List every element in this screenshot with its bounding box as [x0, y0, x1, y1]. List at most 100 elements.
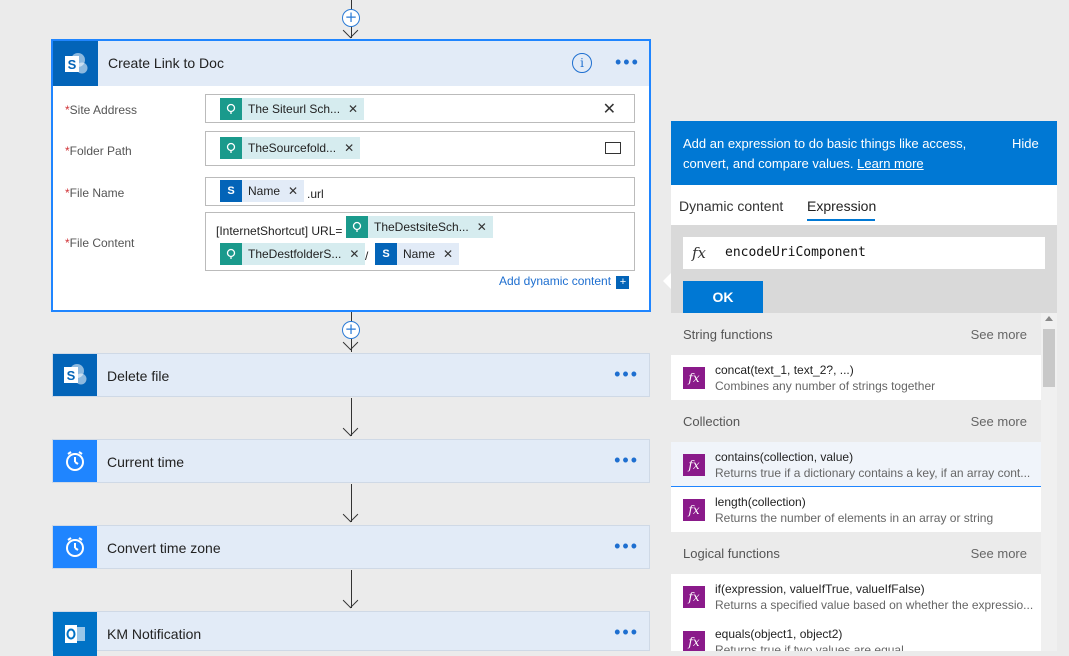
clock-icon: [53, 526, 97, 568]
variable-icon: [346, 216, 368, 238]
panel-pointer: [663, 273, 671, 289]
convert-time-zone-card[interactable]: Convert time zone •••: [52, 525, 650, 569]
remove-token-icon[interactable]: ✕: [348, 102, 358, 116]
scroll-up-arrow-icon[interactable]: [1045, 316, 1053, 321]
section-title: String functions: [683, 327, 773, 342]
remove-token-icon[interactable]: ✕: [288, 184, 298, 198]
panel-description: Add an expression to do basic things lik…: [683, 136, 967, 171]
function-name: length(collection): [715, 495, 806, 509]
more-options-icon[interactable]: •••: [614, 612, 639, 652]
section-collection: Collection See more: [671, 400, 1041, 442]
site-address-field[interactable]: The Siteurl Sch... ✕ ✕: [205, 94, 635, 123]
card-title: Create Link to Doc: [108, 55, 224, 71]
tab-expression[interactable]: Expression: [807, 198, 876, 214]
delete-file-card[interactable]: S Delete file •••: [52, 353, 650, 397]
add-dynamic-content-link[interactable]: Add dynamic content +: [499, 274, 630, 289]
dest-folder-token[interactable]: TheDestfolderS... ✕: [220, 243, 366, 265]
variable-icon: [220, 98, 242, 120]
see-more-link[interactable]: See more: [971, 414, 1027, 429]
function-desc: Returns true if two values are equal: [715, 643, 904, 651]
arrow-down-icon: [342, 506, 359, 523]
outlook-icon: [53, 612, 97, 656]
function-item-contains[interactable]: fx contains(collection, value) Returns t…: [671, 442, 1041, 487]
remove-token-icon[interactable]: ✕: [344, 141, 354, 155]
panel-tabs: Dynamic content Expression: [671, 185, 1057, 225]
sharepoint-icon: S: [53, 41, 98, 86]
remove-token-icon[interactable]: ✕: [477, 220, 487, 234]
clock-icon: [53, 440, 97, 482]
dest-site-token[interactable]: TheDestsiteSch... ✕: [346, 216, 493, 238]
arrow-down-icon: [342, 592, 359, 609]
function-item-if[interactable]: fx if(expression, valueIfTrue, valueIfFa…: [671, 574, 1041, 618]
svg-text:S: S: [67, 57, 76, 72]
folder-path-token[interactable]: TheSourcefold... ✕: [220, 137, 361, 159]
dynamic-content-panel: Add an expression to do basic things lik…: [663, 121, 1057, 651]
card-title: Current time: [107, 454, 185, 470]
card-title: Delete file: [107, 368, 170, 384]
tab-dynamic-content[interactable]: Dynamic content: [679, 198, 783, 214]
function-icon: fx: [692, 244, 707, 262]
panel-header: Add an expression to do basic things lik…: [671, 121, 1057, 185]
sharepoint-icon: S: [375, 243, 397, 265]
create-link-card: S Create Link to Doc i ••• *Site Address…: [51, 39, 651, 312]
function-icon: fx: [683, 586, 705, 608]
function-icon: fx: [683, 367, 705, 389]
function-desc: Returns true if a dictionary contains a …: [715, 466, 1031, 480]
site-address-label: *Site Address: [65, 103, 138, 117]
function-list-scrollbar[interactable]: [1041, 313, 1057, 651]
path-separator: /: [365, 249, 369, 263]
svg-text:S: S: [67, 368, 76, 383]
km-notification-card[interactable]: KM Notification •••: [52, 611, 650, 656]
site-address-token[interactable]: The Siteurl Sch... ✕: [220, 98, 365, 120]
more-options-icon[interactable]: •••: [614, 526, 639, 566]
ok-button[interactable]: OK: [683, 281, 763, 313]
see-more-link[interactable]: See more: [971, 546, 1027, 561]
section-logical-functions: Logical functions See more: [671, 532, 1041, 574]
info-icon[interactable]: i: [572, 53, 592, 73]
current-time-card[interactable]: Current time •••: [52, 439, 650, 483]
section-title: Logical functions: [683, 546, 780, 561]
scrollbar-thumb[interactable]: [1043, 329, 1055, 387]
function-name: contains(collection, value): [715, 450, 854, 464]
function-desc: Combines any number of strings together: [715, 379, 936, 393]
file-name-field[interactable]: S Name ✕ .url: [205, 177, 635, 206]
function-desc: Returns the number of elements in an arr…: [715, 511, 994, 525]
tab-expression-underline: [807, 219, 875, 221]
variable-icon: [220, 243, 242, 265]
card-header[interactable]: S Create Link to Doc i •••: [53, 41, 649, 86]
folder-path-label: *Folder Path: [65, 144, 132, 158]
add-icon: +: [616, 276, 630, 289]
function-icon: fx: [683, 454, 705, 476]
see-more-link[interactable]: See more: [971, 327, 1027, 342]
more-options-icon[interactable]: •••: [614, 354, 639, 394]
function-name: if(expression, valueIfTrue, valueIfFalse…: [715, 582, 925, 596]
section-title: Collection: [683, 414, 741, 429]
arrow-down-icon: [342, 420, 359, 437]
remove-token-icon[interactable]: ✕: [349, 247, 359, 261]
expression-input[interactable]: fx encodeUriComponent: [683, 237, 1045, 269]
function-name: equals(object1, object2): [715, 627, 843, 641]
more-options-icon[interactable]: •••: [615, 41, 640, 83]
hide-button[interactable]: Hide: [1012, 136, 1039, 151]
file-content-prefix: [InternetShortcut] URL=: [216, 224, 343, 238]
function-item-equals[interactable]: fx equals(object1, object2) Returns true…: [671, 619, 1041, 651]
card-title: KM Notification: [107, 626, 202, 642]
folder-icon[interactable]: [605, 142, 621, 154]
file-content-label: *File Content: [65, 236, 135, 250]
card-title: Convert time zone: [107, 540, 221, 556]
more-options-icon[interactable]: •••: [614, 440, 639, 480]
clear-icon[interactable]: ✕: [603, 99, 616, 119]
learn-more-link[interactable]: Learn more: [857, 156, 923, 171]
function-icon: fx: [683, 631, 705, 651]
file-name-label: *File Name: [65, 186, 125, 200]
function-item-length[interactable]: fx length(collection) Returns the number…: [671, 487, 1041, 531]
function-list: String functions See more fx concat(text…: [671, 313, 1041, 651]
file-content-field[interactable]: [InternetShortcut] URL= TheDestsiteSch..…: [205, 212, 635, 271]
folder-path-field[interactable]: TheSourcefold... ✕: [205, 131, 635, 166]
file-name-token[interactable]: S Name ✕: [220, 180, 305, 202]
content-name-token[interactable]: S Name ✕: [375, 243, 460, 265]
function-item-concat[interactable]: fx concat(text_1, text_2?, ...) Combines…: [671, 355, 1041, 399]
function-name: concat(text_1, text_2?, ...): [715, 363, 854, 377]
sharepoint-icon: S: [220, 180, 242, 202]
remove-token-icon[interactable]: ✕: [443, 247, 453, 261]
